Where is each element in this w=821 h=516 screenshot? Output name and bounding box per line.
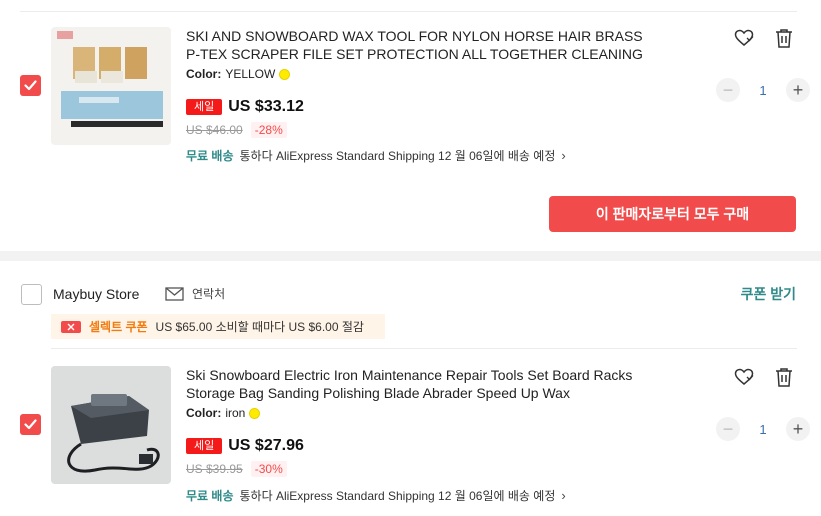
quantity-stepper: − 1 +: [716, 78, 810, 102]
color-value: YELLOW: [225, 67, 276, 81]
decrease-quantity-button[interactable]: −: [716, 417, 740, 441]
store-coupon-banner[interactable]: 셀렉트 쿠폰 US $65.00 소비할 때마다 US $6.00 절감: [51, 314, 385, 339]
coupon-icon: [61, 320, 81, 333]
coupon-tag: 셀렉트 쿠폰: [89, 320, 148, 334]
item-checkbox[interactable]: [20, 75, 41, 96]
original-price-row: US $46.00 -28%: [186, 122, 287, 138]
heart-icon: [734, 29, 754, 46]
wishlist-button[interactable]: [733, 27, 755, 49]
item-checkbox[interactable]: [20, 414, 41, 435]
discount-badge: -30%: [250, 461, 287, 477]
product-variant: Color: iron: [186, 406, 261, 420]
coupon-text: US $65.00 소비할 때마다 US $6.00 절감: [155, 320, 364, 334]
heart-icon: [734, 368, 754, 385]
sale-badge: 세일: [186, 99, 223, 115]
checkmark-icon: [24, 419, 37, 430]
store-divider: [51, 348, 797, 349]
electric-iron-image: [51, 366, 171, 484]
product-thumbnail[interactable]: [51, 27, 171, 145]
price: US $33.12: [228, 98, 304, 115]
quantity-value[interactable]: 1: [740, 422, 786, 437]
contact-label: 연락처: [192, 287, 226, 301]
discount-badge: -28%: [250, 122, 287, 138]
free-shipping-label: 무료 배송: [186, 149, 234, 163]
original-price: US $46.00: [186, 123, 243, 137]
product-variant: Color: YELLOW: [186, 67, 291, 81]
checkmark-icon: [24, 80, 37, 91]
chevron-right-icon: ›: [561, 148, 566, 163]
store-name[interactable]: Maybuy Store: [53, 286, 139, 302]
color-swatch: [249, 407, 261, 419]
get-coupon-link[interactable]: 쿠폰 받기: [741, 284, 796, 304]
trash-icon: [776, 29, 792, 48]
product-title[interactable]: SKI AND SNOWBOARD WAX TOOL FOR NYLON HOR…: [186, 27, 656, 63]
color-swatch: [279, 68, 291, 80]
store-checkbox[interactable]: [21, 284, 42, 305]
shipping-text: 통하다 AliExpress Standard Shipping 12 월 06…: [239, 489, 556, 503]
shipping-info[interactable]: 무료 배송 통하다 AliExpress Standard Shipping 1…: [186, 487, 566, 504]
mail-icon: [165, 286, 184, 301]
color-label: Color:: [186, 67, 222, 81]
color-label: Color:: [186, 406, 222, 420]
price-row: 세일 US $27.96: [186, 437, 304, 455]
product-thumbnail[interactable]: [51, 366, 171, 484]
delete-button[interactable]: [773, 366, 795, 388]
original-price: US $39.95: [186, 462, 243, 476]
shipping-text: 통하다 AliExpress Standard Shipping 12 월 06…: [239, 149, 556, 163]
price: US $27.96: [228, 437, 304, 454]
wax-tool-set-image: [51, 27, 171, 145]
shipping-info[interactable]: 무료 배송 통하다 AliExpress Standard Shipping 1…: [186, 147, 566, 164]
sale-badge: 세일: [186, 438, 223, 454]
original-price-row: US $39.95 -30%: [186, 461, 287, 477]
price-row: 세일 US $33.12: [186, 98, 304, 116]
quantity-value[interactable]: 1: [740, 83, 786, 98]
decrease-quantity-button[interactable]: −: [716, 78, 740, 102]
top-divider: [20, 11, 797, 12]
buy-all-from-seller-button[interactable]: 이 판매자로부터 모두 구매: [549, 196, 796, 232]
color-value: iron: [225, 406, 246, 420]
section-separator: [0, 251, 821, 261]
increase-quantity-button[interactable]: +: [786, 78, 810, 102]
wishlist-button[interactable]: [733, 366, 755, 388]
free-shipping-label: 무료 배송: [186, 489, 234, 503]
product-title[interactable]: Ski Snowboard Electric Iron Maintenance …: [186, 366, 656, 402]
chevron-right-icon: ›: [561, 488, 566, 503]
trash-icon: [776, 368, 792, 387]
contact-seller-button[interactable]: 연락처: [165, 285, 225, 302]
delete-button[interactable]: [773, 27, 795, 49]
increase-quantity-button[interactable]: +: [786, 417, 810, 441]
quantity-stepper: − 1 +: [716, 417, 810, 441]
